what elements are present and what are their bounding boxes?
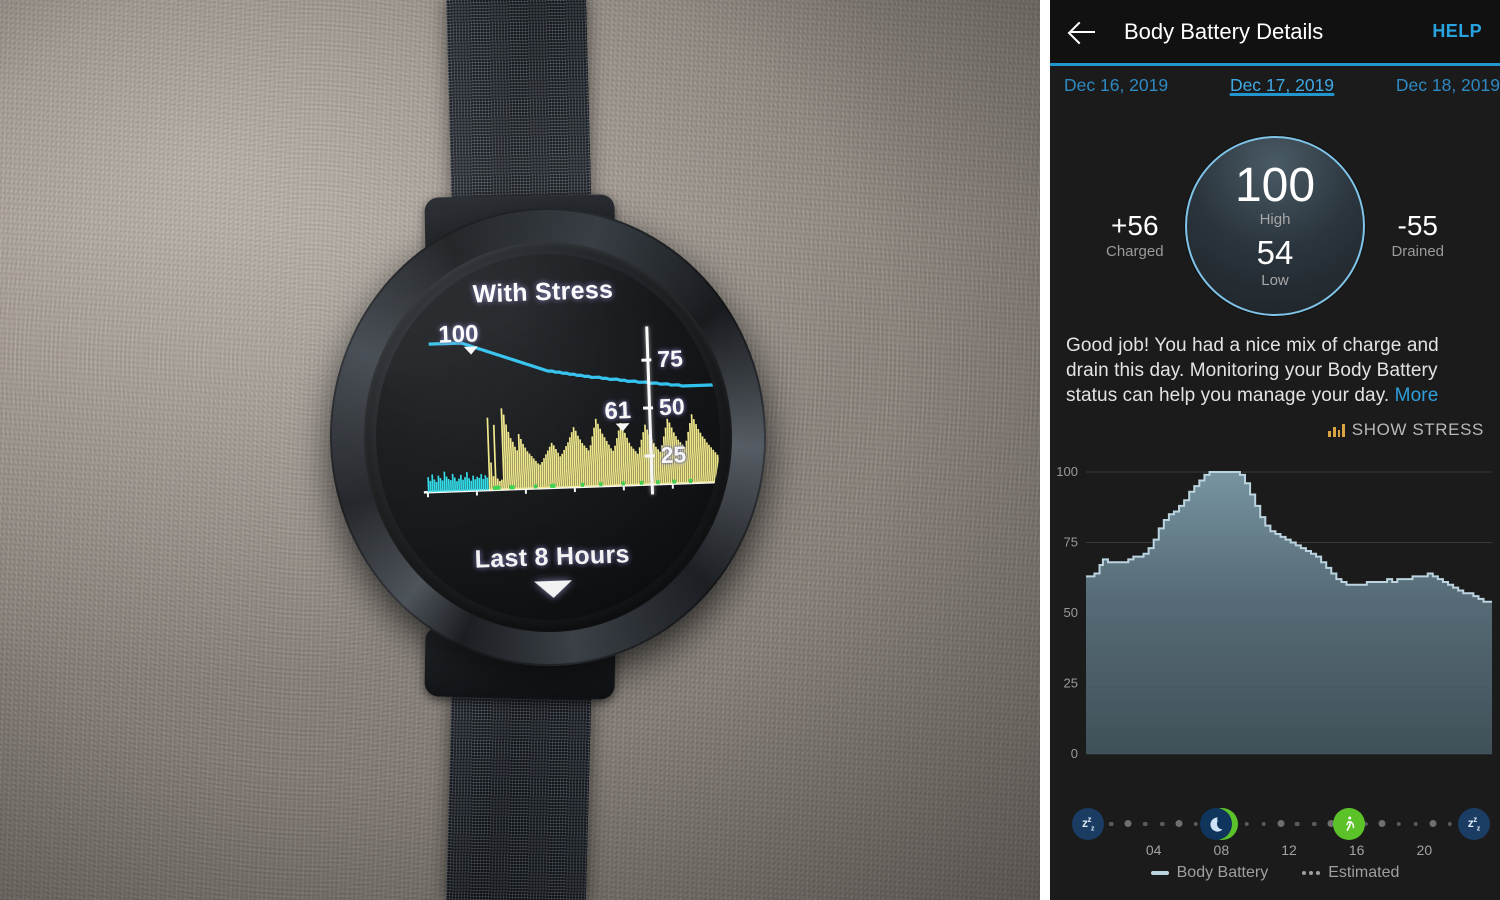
timeline-dot [1447,821,1452,826]
timeline-dot [1378,820,1386,827]
description-body: Good job! You had a nice mix of charge a… [1066,335,1439,406]
timeline-dot [1124,820,1132,827]
charged-stat: +56 Charged [1106,210,1164,260]
legend-dotted-swatch [1302,871,1321,875]
garmin-connect-app: Body Battery Details HELP Dec 16, 2019 D… [1050,0,1500,900]
timeline-dot [1396,821,1402,826]
panel-divider [1040,0,1050,900]
screenshot-root: With Stress 100 61 75 50 25 Last 8 Hours [0,0,1500,900]
moon-icon[interactable] [1199,808,1232,840]
timeline-dot [1142,821,1148,826]
activity-timeline: 04 08 12 16 20 zzz zzz [1050,798,1500,860]
battery-ring: 100 High 54 Low [1185,136,1365,316]
high-label: High [1259,211,1291,228]
show-stress-button[interactable]: SHOW STRESS [1352,420,1484,440]
body-battery-chart[interactable]: 0 25 50 75 100 [1050,454,1500,794]
legend-body-battery: Body Battery [1150,864,1269,882]
charged-label: Charged [1106,243,1164,260]
timeline-hour-label: 20 [1416,842,1433,858]
legend-estimated-label: Estimated [1328,864,1400,881]
drained-label: Drained [1391,243,1444,260]
svg-text:100: 100 [1056,464,1078,479]
app-header: Body Battery Details HELP [1050,0,1500,66]
timeline-hour-label: 12 [1281,842,1297,858]
svg-text:25: 25 [1064,676,1078,691]
timeline-dot [1159,821,1165,826]
svg-text:50: 50 [1064,605,1078,620]
timeline-hour-label: 08 [1213,842,1230,858]
chart-legend: Body Battery Estimated [1050,864,1500,882]
legend-estimated: Estimated [1302,864,1399,882]
timeline-hour-label: 04 [1145,842,1162,858]
timeline-dot [1295,821,1300,826]
timeline-dot [1312,821,1317,826]
timeline-dot [1193,821,1199,826]
photo-vignette [0,0,1040,900]
walking-person-icon[interactable] [1333,808,1366,840]
watch-photo: With Stress 100 61 75 50 25 Last 8 Hours [0,0,1040,900]
bar-chart-icon [1328,423,1345,437]
legend-line-swatch [1150,871,1169,875]
description-text: Good job! You had a nice mix of charge a… [1050,333,1500,408]
charged-value: +56 [1111,210,1159,241]
timeline-dot [1175,820,1183,827]
svg-text:75: 75 [1064,535,1078,550]
timeline-dot [1277,820,1285,827]
timeline-dot [1244,821,1249,826]
help-button[interactable]: HELP [1432,21,1482,42]
timeline-dot [1261,821,1266,826]
low-value: 54 [1256,234,1294,271]
timeline-dot [1109,821,1114,826]
timeline-dot [1429,820,1437,827]
body-battery-chart-svg: 0 25 50 75 100 [1056,464,1492,761]
sleep-zzz-icon[interactable]: zzz [1072,808,1105,840]
drained-value: -55 [1397,210,1438,241]
tab-date-prev[interactable]: Dec 16, 2019 [1050,66,1209,96]
drained-stat: -55 Drained [1391,210,1444,260]
body-battery-summary: +56 Charged 100 High 54 Low -55 Drained [1050,118,1500,333]
date-tabs: Dec 16, 2019 Dec 17, 2019 Dec 18, 2019 [1050,66,1500,118]
show-stress-row: SHOW STRESS [1050,408,1500,440]
svg-text:0: 0 [1071,746,1078,761]
high-value: 100 [1234,159,1316,212]
timeline-dot [1413,821,1419,826]
page-title: Body Battery Details [1124,18,1324,44]
low-label: Low [1261,272,1289,289]
more-link[interactable]: More [1395,385,1439,406]
sleep-zzz-icon[interactable]: zzz [1457,808,1490,840]
timeline-hour-label: 16 [1348,842,1365,858]
legend-body-battery-label: Body Battery [1176,864,1269,881]
tab-date-next[interactable]: Dec 18, 2019 [1355,66,1500,96]
back-arrow-icon[interactable] [1068,17,1098,47]
tab-date-current[interactable]: Dec 17, 2019 [1209,66,1354,96]
